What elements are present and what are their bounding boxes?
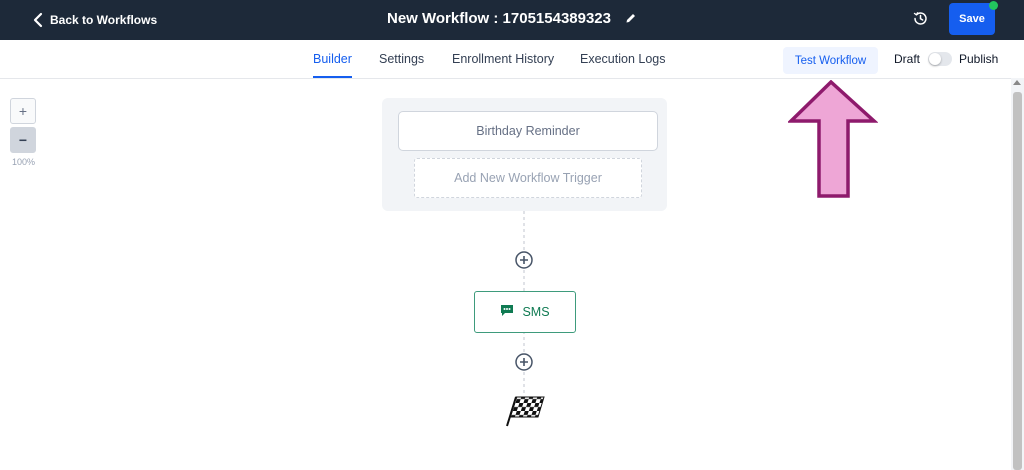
add-step-plus-icon[interactable] <box>515 251 533 269</box>
sms-action-node[interactable]: SMS <box>474 291 576 333</box>
add-step-plus-icon[interactable] <box>515 353 533 371</box>
sms-action-label: SMS <box>522 305 550 319</box>
checkered-flag-icon <box>506 395 546 432</box>
chat-message-icon <box>500 304 514 320</box>
